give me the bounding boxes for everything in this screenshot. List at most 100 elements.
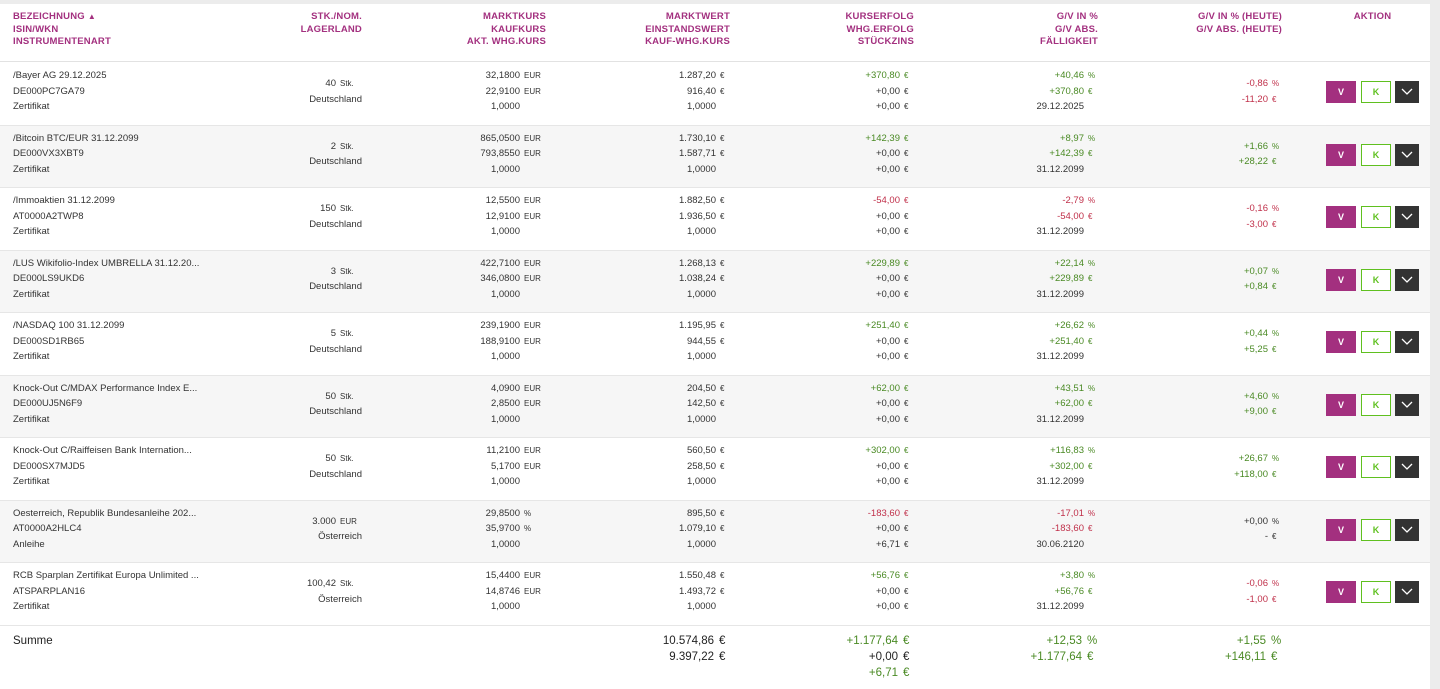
instrument-isin: DE000LS9UKD6 (13, 273, 85, 284)
more-actions-button[interactable] (1395, 393, 1419, 416)
gv-heute-abs-value: +5,25 € (1243, 343, 1277, 355)
kauf-whgkurs-value: 1,0000 (686, 413, 716, 425)
header-gv-heute[interactable]: G/V IN % (HEUTE) G/V ABS. (HEUTE) (1140, 11, 1282, 36)
buy-button[interactable]: K (1361, 81, 1391, 103)
buy-button[interactable]: K (1361, 268, 1391, 291)
header-instrumentenart-label: INSTRUMENTENART (13, 36, 111, 47)
gv-cell: -17,01% -183,60 € 30.06.2120 (940, 506, 1098, 553)
kauf-whgkurs-value: 1,0000 (686, 476, 716, 487)
header-kurserfolg[interactable]: KURSERFOLG WHG.ERFOLG STÜCKZINS (760, 11, 914, 49)
instrument-cell[interactable]: /NASDAQ 100 31.12.2099 DE000SD1RB65 Zert… (13, 318, 203, 365)
instrument-name[interactable]: Knock-Out C/Raiffeisen Bank Internation.… (13, 443, 203, 459)
table-row[interactable]: Knock-Out C/MDAX Performance Index E... … (0, 375, 1430, 438)
summary-row: Summe 10.574,86 € 9.397,22 € +1.177,64 € +0… (0, 625, 1430, 689)
sell-button[interactable]: V (1326, 331, 1356, 353)
gv-cell: +3,80% +56,76 € 31.12.2099 (940, 568, 1098, 615)
more-actions-button[interactable] (1395, 81, 1419, 103)
sell-button[interactable]: V (1326, 518, 1356, 541)
more-actions-button[interactable] (1395, 268, 1419, 291)
more-actions-button[interactable] (1395, 206, 1419, 228)
instrument-cell[interactable]: Oesterreich, Republik Bundesanleihe 202.… (13, 506, 203, 553)
header-marktkurs[interactable]: MARKTKURS KAUFKURS AKT. WHG.KURS (400, 11, 546, 49)
gv-heute-cell: +26,67% +118,00 € (1140, 451, 1282, 482)
gv-cell: +22,14% +229,89 € 31.12.2099 (940, 256, 1098, 303)
instrument-cell[interactable]: /Bitcoin BTC/EUR 31.12.2099 DE000VX3XBT9… (13, 131, 203, 178)
header-gv[interactable]: G/V IN % G/V ABS. FÄLLIGKEIT (940, 11, 1098, 49)
sort-asc-icon[interactable]: ▲ (88, 12, 96, 21)
table-row[interactable]: /Immoaktien 31.12.2099 AT0000A2TWP8 Zert… (0, 188, 1430, 251)
table-row[interactable]: Oesterreich, Republik Bundesanleihe 202.… (0, 500, 1430, 563)
instrument-cell[interactable]: /Bayer AG 29.12.2025 DE000PC7GA79 Zertif… (13, 68, 203, 115)
buy-button[interactable]: K (1361, 143, 1391, 166)
gv-heute-cell: +0,00% - € (1140, 514, 1282, 545)
sell-button[interactable]: V (1326, 393, 1356, 416)
einstandswert-value: 944,55 € (686, 335, 725, 347)
kurs-line: 1,0000 (490, 226, 520, 237)
sell-button[interactable]: V (1326, 456, 1356, 478)
more-actions-button[interactable] (1395, 331, 1419, 353)
header-stueck[interactable]: STK./NOM. LAGERLAND (230, 11, 362, 36)
stueckzins-value: +0,00 € (875, 351, 909, 362)
whgerfolg-value: +0,00 € (875, 210, 909, 222)
header-kaufkurs-label: KAUFKURS (491, 23, 546, 35)
buy-button[interactable]: K (1361, 518, 1391, 541)
instrument-cell[interactable]: RCB Sparplan Zertifikat Europa Unlimited… (13, 568, 203, 615)
sell-button[interactable]: V (1326, 81, 1356, 103)
more-actions-button[interactable] (1395, 518, 1419, 541)
instrument-type: Zertifikat (13, 226, 50, 237)
table-row[interactable]: /Bitcoin BTC/EUR 31.12.2099 DE000VX3XBT9… (0, 125, 1430, 188)
lagerland-value: Deutschland (309, 156, 362, 167)
sell-button[interactable]: V (1326, 581, 1356, 603)
instrument-type: Anleihe (13, 538, 45, 550)
summary-label: Summe (13, 635, 53, 647)
sell-button[interactable]: V (1326, 206, 1356, 228)
table-row[interactable]: /Bayer AG 29.12.2025 DE000PC7GA79 Zertif… (0, 63, 1430, 126)
table-row[interactable]: /LUS Wikifolio-Index UMBRELLA 31.12.20..… (0, 250, 1430, 313)
table-row[interactable]: Knock-Out C/Raiffeisen Bank Internation.… (0, 438, 1430, 501)
table-header: BEZEICHNUNG ▲ ISIN/WKN INSTRUMENTENART ST… (0, 4, 1430, 62)
gv-heute-abs-value: +9,00 € (1243, 406, 1277, 417)
header-marktwert[interactable]: MARKTWERT EINSTANDSWERT KAUF-WHG.KURS (560, 11, 730, 49)
gv-heute-pct-value: +1,66% (1243, 140, 1280, 152)
marktwert-value: 1.268,13 € (679, 257, 725, 269)
instrument-cell[interactable]: Knock-Out C/MDAX Performance Index E... … (13, 381, 203, 428)
buy-button[interactable]: K (1361, 331, 1391, 353)
instrument-cell[interactable]: Knock-Out C/Raiffeisen Bank Internation.… (13, 443, 203, 490)
buy-button[interactable]: K (1361, 456, 1391, 478)
kurserfolg-value: +251,40 € (865, 320, 909, 331)
instrument-cell[interactable]: /LUS Wikifolio-Index UMBRELLA 31.12.20..… (13, 256, 203, 303)
more-actions-button[interactable] (1395, 581, 1419, 603)
quantity-cell: 2 Stk. Deutschland (230, 139, 362, 170)
gv-heute-pct-value: -0,16% (1246, 203, 1280, 214)
header-marktwert-label: MARKTWERT (665, 11, 730, 22)
kurserfolg-value: +229,89 € (865, 257, 909, 269)
buy-button[interactable]: K (1361, 581, 1391, 603)
sell-button[interactable]: V (1326, 268, 1356, 291)
instrument-name[interactable]: /NASDAQ 100 31.12.2099 (13, 318, 203, 334)
instrument-cell[interactable]: /Immoaktien 31.12.2099 AT0000A2TWP8 Zert… (13, 193, 203, 240)
more-actions-button[interactable] (1395, 456, 1419, 478)
more-actions-button[interactable] (1395, 143, 1419, 166)
sell-button[interactable]: V (1326, 143, 1356, 166)
buy-button[interactable]: K (1361, 393, 1391, 416)
gv-cell: +43,51% +62,00 € 31.12.2099 (940, 381, 1098, 428)
instrument-name[interactable]: /Bayer AG 29.12.2025 (13, 68, 203, 84)
table-row[interactable]: /NASDAQ 100 31.12.2099 DE000SD1RB65 Zert… (0, 313, 1430, 376)
instrument-name[interactable]: /LUS Wikifolio-Index UMBRELLA 31.12.20..… (13, 256, 203, 272)
instrument-name[interactable]: Oesterreich, Republik Bundesanleihe 202.… (13, 506, 203, 522)
instrument-name[interactable]: /Bitcoin BTC/EUR 31.12.2099 (13, 131, 203, 147)
gv-pct-value: +26,62% (1054, 320, 1096, 331)
buy-button[interactable]: K (1361, 206, 1391, 228)
quantity-value: 2 Stk. (330, 140, 354, 152)
stueckzins-value: +0,00 € (875, 601, 909, 612)
header-faelligkeit-label: FÄLLIGKEIT (1040, 36, 1098, 47)
kurs-line: 4,0900 EUR (490, 382, 541, 394)
kurs-line: 1,0000 (490, 413, 520, 425)
header-einstandswert-label: EINSTANDSWERT (645, 23, 730, 35)
instrument-name[interactable]: /Immoaktien 31.12.2099 (13, 193, 203, 209)
header-bezeichnung[interactable]: BEZEICHNUNG ▲ ISIN/WKN INSTRUMENTENART (13, 11, 111, 49)
instrument-name[interactable]: Knock-Out C/MDAX Performance Index E... (13, 381, 203, 397)
kurs-line: 32,1800 EUR (485, 70, 541, 81)
table-row[interactable]: RCB Sparplan Zertifikat Europa Unlimited… (0, 563, 1430, 626)
instrument-name[interactable]: RCB Sparplan Zertifikat Europa Unlimited… (13, 568, 203, 584)
